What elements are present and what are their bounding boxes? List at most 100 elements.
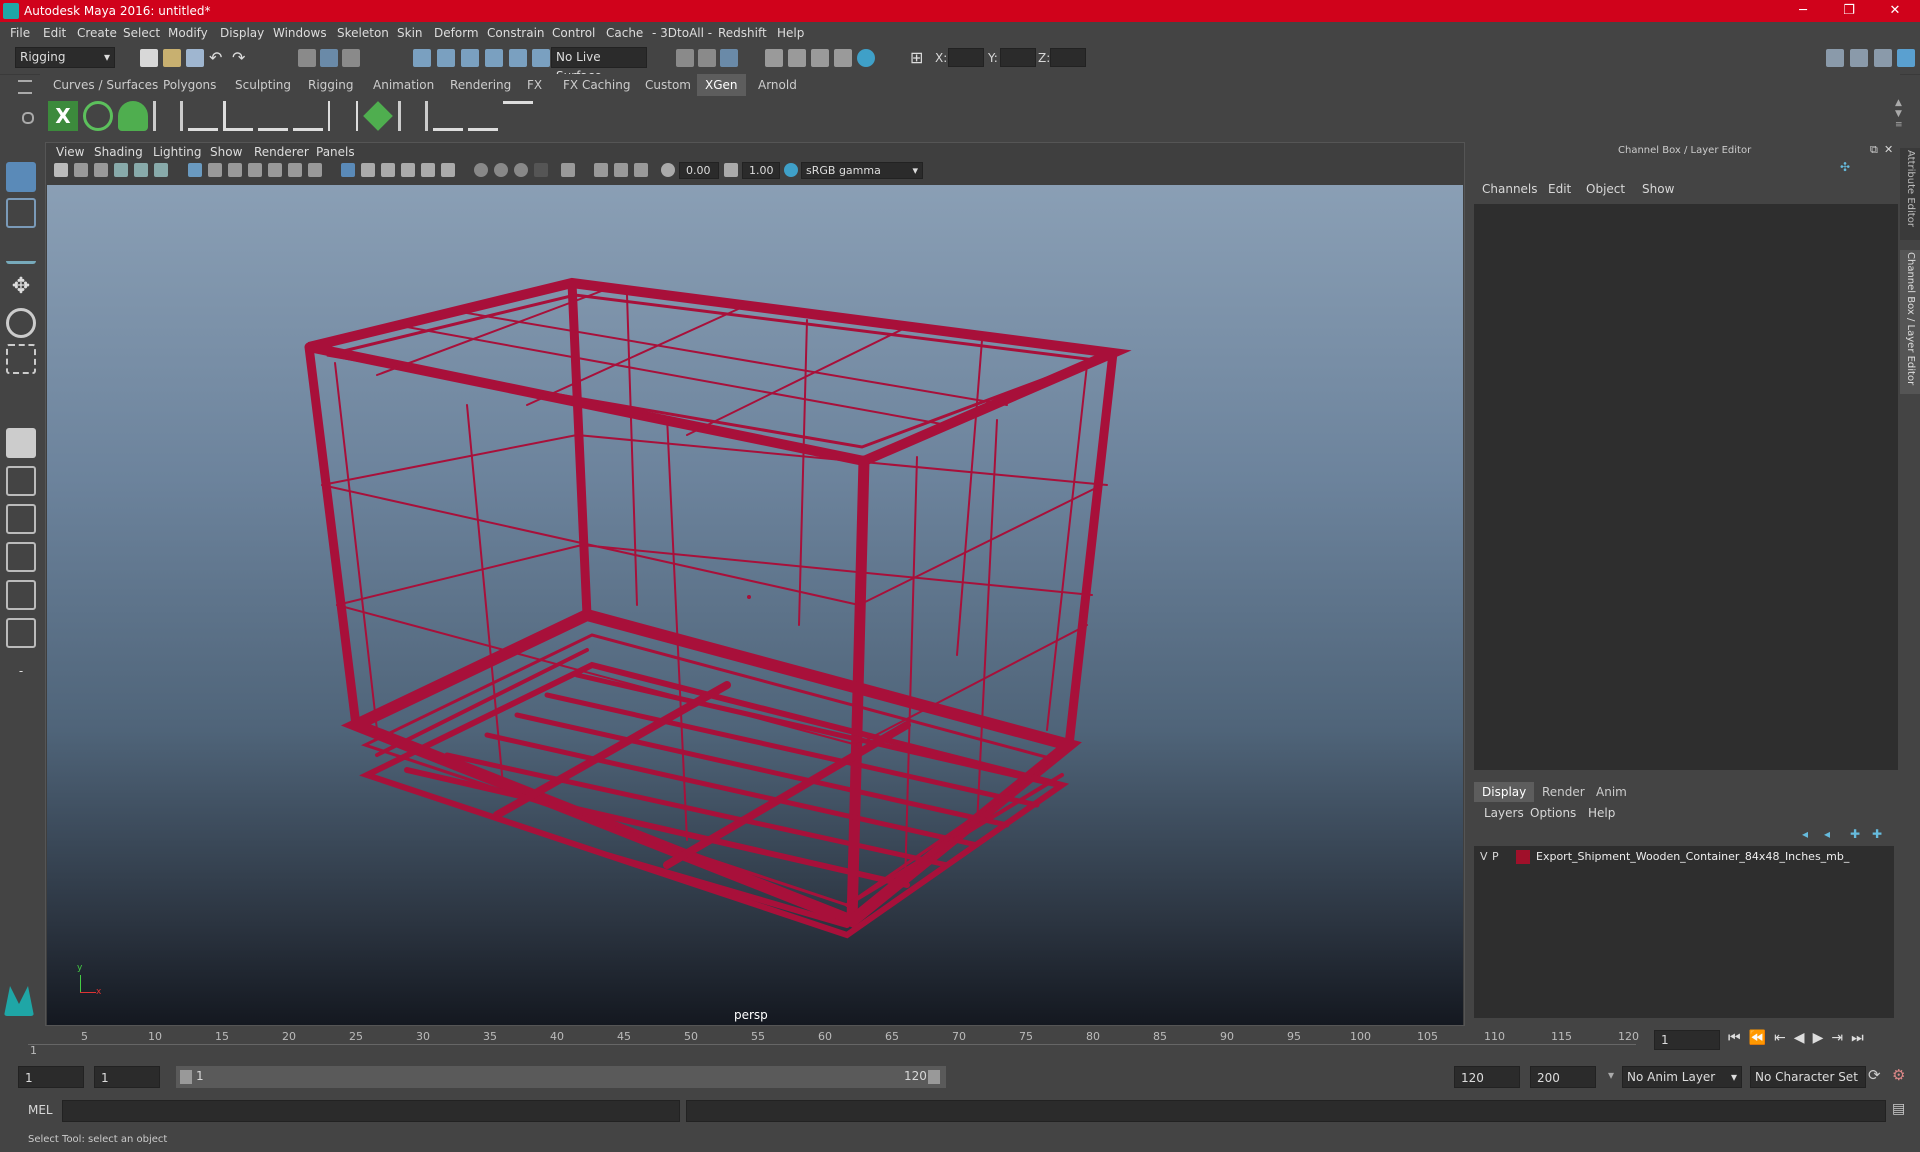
z-field[interactable] <box>1050 48 1086 67</box>
vp-menu-shading[interactable]: Shading <box>94 145 143 159</box>
scale-tool-icon[interactable] <box>6 344 36 374</box>
persp-graph-layout-icon[interactable] <box>6 542 36 572</box>
vp-menu-renderer[interactable]: Renderer <box>254 145 309 159</box>
play-backwards-icon[interactable]: ◀ <box>1794 1030 1813 1046</box>
close-button[interactable]: ✕ <box>1872 0 1918 22</box>
xgen-lock-guide-icon[interactable] <box>293 101 323 131</box>
xgen-guides-icon[interactable] <box>153 101 183 131</box>
color-space-selector[interactable]: sRGB gamma ▾ <box>801 162 923 179</box>
move-tool-icon[interactable]: ✥ <box>6 272 36 302</box>
snap-surface-icon[interactable] <box>509 49 527 67</box>
gate-mask-icon[interactable] <box>248 163 262 177</box>
xgen-cut-icon[interactable] <box>468 101 498 131</box>
xgen-noise-icon[interactable] <box>433 101 463 131</box>
wireframe-icon[interactable] <box>341 163 355 177</box>
menu-constrain[interactable]: Constrain <box>487 26 545 40</box>
step-back-key-icon[interactable]: ⇤ <box>1774 1030 1794 1046</box>
cb-menu-object[interactable]: Object <box>1586 182 1625 196</box>
smooth-shade-icon[interactable] <box>361 163 375 177</box>
time-slider[interactable]: 1 5 10 15 20 25 30 35 40 45 50 55 60 65 … <box>0 1026 1920 1057</box>
rotate-tool-icon[interactable] <box>6 308 36 338</box>
tab-rendering[interactable]: Rendering <box>442 74 519 96</box>
exposure-icon[interactable] <box>661 163 675 177</box>
anim-layer-selector[interactable]: No Anim Layer ▾ <box>1622 1066 1742 1088</box>
tab-display[interactable]: Display <box>1474 782 1535 802</box>
tab-curves-surfaces[interactable]: Curves / Surfaces <box>45 74 166 96</box>
close-panel-icon[interactable]: ✕ <box>1884 143 1893 156</box>
undo-icon[interactable]: ↶ <box>209 49 227 67</box>
redo-icon[interactable]: ↷ <box>232 49 250 67</box>
menu-display[interactable]: Display <box>220 26 264 40</box>
input-ops-icon[interactable] <box>676 49 694 67</box>
menu-select[interactable]: Select <box>123 26 160 40</box>
select-by-component-icon[interactable] <box>342 49 360 67</box>
menu-cache[interactable]: Cache <box>606 26 643 40</box>
layer-playback-toggle[interactable]: P <box>1492 850 1499 863</box>
channel-list[interactable] <box>1474 204 1898 770</box>
camera-icon[interactable] <box>54 163 68 177</box>
step-back-frame-icon[interactable]: ⏪ <box>1749 1030 1774 1046</box>
cb-menu-show[interactable]: Show <box>1642 182 1674 196</box>
mode-selector[interactable]: Rigging ▾ <box>15 47 115 68</box>
cb-menu-edit[interactable]: Edit <box>1548 182 1571 196</box>
select-tool-icon[interactable] <box>6 162 36 192</box>
layer-color-swatch[interactable] <box>1516 850 1530 864</box>
playback-start-field[interactable]: 1 <box>94 1066 160 1088</box>
safe-action-icon[interactable] <box>288 163 302 177</box>
xgen-collection-icon[interactable] <box>118 101 148 131</box>
textured-icon[interactable] <box>401 163 415 177</box>
reset-transform-icon[interactable]: ✣ <box>1840 160 1850 174</box>
transform-constraint-icon[interactable]: ⊞ <box>910 49 928 67</box>
menu-skin[interactable]: Skin <box>397 26 423 40</box>
menu-skeleton[interactable]: Skeleton <box>337 26 389 40</box>
gamma-field[interactable]: 1.00 <box>742 162 780 179</box>
resolution-gate-icon[interactable] <box>228 163 242 177</box>
gamma-icon[interactable] <box>724 163 738 177</box>
chevron-down-icon[interactable]: ▾ <box>1608 1068 1614 1082</box>
render-view-icon[interactable] <box>857 49 875 67</box>
menu-redshift[interactable]: Redshift <box>718 26 767 40</box>
menu-file[interactable]: File <box>10 26 30 40</box>
screen-space-ao-icon[interactable] <box>474 163 488 177</box>
construction-history-icon[interactable] <box>720 49 738 67</box>
anti-aliasing-icon[interactable] <box>514 163 528 177</box>
collapse-toolbox-icon[interactable]: - <box>6 656 36 686</box>
xgen-place-guide-icon[interactable] <box>188 101 218 131</box>
tab-animation[interactable]: Animation <box>365 74 442 96</box>
xgen-sculpt-guide-icon[interactable] <box>258 101 288 131</box>
xgen-clump-icon[interactable] <box>398 101 428 131</box>
xray-active-icon[interactable] <box>614 163 628 177</box>
xgen-preview-icon[interactable] <box>83 101 113 131</box>
bookmark-icon[interactable] <box>94 163 108 177</box>
image-plane-icon[interactable] <box>114 163 128 177</box>
render-settings-icon[interactable] <box>811 49 829 67</box>
select-by-hierarchy-icon[interactable] <box>298 49 316 67</box>
command-input[interactable] <box>62 1100 680 1122</box>
menu-modify[interactable]: Modify <box>168 26 208 40</box>
film-gate-icon[interactable] <box>208 163 222 177</box>
vp-menu-view[interactable]: View <box>56 145 84 159</box>
script-language-label[interactable]: MEL <box>28 1103 53 1117</box>
hypershade-icon[interactable] <box>834 49 852 67</box>
character-set-selector[interactable]: No Character Set <box>1750 1066 1866 1088</box>
animation-preferences-icon[interactable]: ⚙ <box>1892 1066 1905 1084</box>
tab-fx[interactable]: FX <box>519 74 550 96</box>
tab-fx-caching[interactable]: FX Caching <box>555 74 638 96</box>
move-layer-down-icon[interactable]: ◂ <box>1824 827 1830 841</box>
ipr-render-icon[interactable] <box>788 49 806 67</box>
range-end-handle[interactable] <box>928 1070 940 1084</box>
live-surface-field[interactable]: No Live Surface <box>551 47 647 83</box>
sidebar-modeling-toolkit-icon[interactable] <box>1826 49 1844 67</box>
output-ops-icon[interactable] <box>698 49 716 67</box>
channel-box-side-tab[interactable]: Channel Box / Layer Editor <box>1900 250 1920 394</box>
layer-name[interactable]: Export_Shipment_Wooden_Container_84x48_I… <box>1536 850 1849 863</box>
use-all-lights-icon[interactable] <box>421 163 435 177</box>
snap-view-plane-icon[interactable] <box>485 49 503 67</box>
snap-point-icon[interactable] <box>461 49 479 67</box>
menu-3dtoall[interactable]: - 3DtoAll - <box>652 26 712 40</box>
lasso-tool-icon[interactable] <box>6 198 36 228</box>
script-editor-icon[interactable]: ▤ <box>1892 1101 1905 1117</box>
tab-sculpting[interactable]: Sculpting <box>227 74 299 96</box>
depth-of-field-icon[interactable] <box>534 163 548 177</box>
layer-visibility-toggle[interactable]: V <box>1480 850 1488 863</box>
